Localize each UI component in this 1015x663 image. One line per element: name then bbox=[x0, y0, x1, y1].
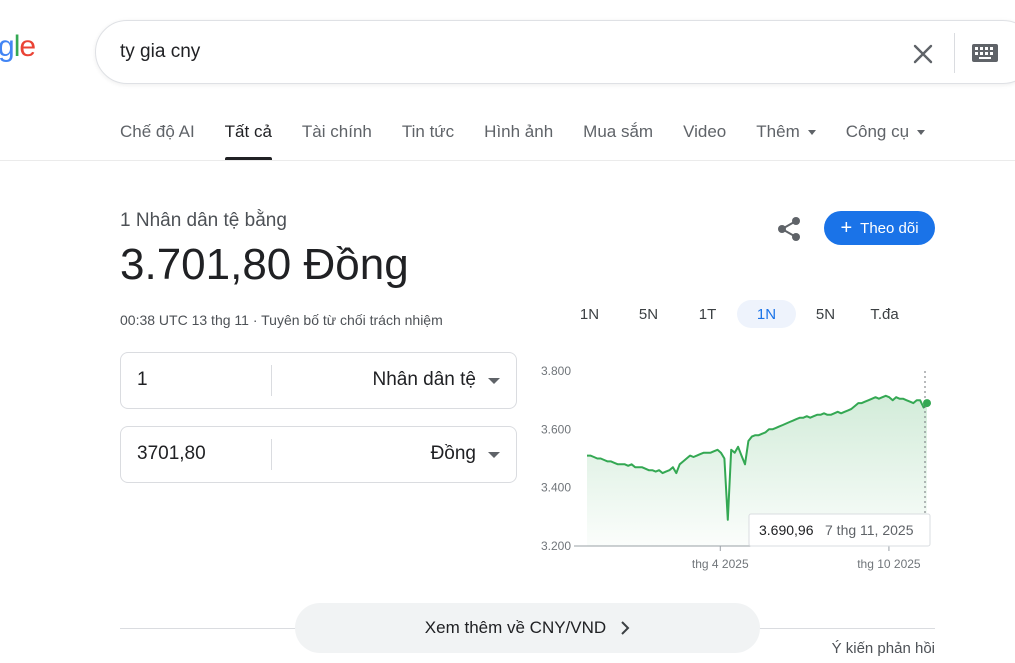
range-5-day[interactable]: 5N bbox=[619, 300, 678, 328]
range-1-day[interactable]: 1N bbox=[560, 300, 619, 328]
feedback-link[interactable]: Ý kiến phản hồi bbox=[832, 640, 935, 657]
tab-more[interactable]: Thêm bbox=[756, 122, 816, 160]
timestamp-separator: · bbox=[248, 312, 262, 328]
range-max[interactable]: T.đa bbox=[855, 300, 914, 328]
tab-label: Tài chính bbox=[301, 122, 372, 141]
timestamp-line: 00:38 UTC 13 thg 11 · Tuyên bố từ chối t… bbox=[120, 312, 443, 328]
tooltip-date: 7 thg 11, 2025 bbox=[825, 522, 914, 538]
chart-cursor-dot bbox=[923, 399, 931, 408]
google-logo[interactable]: gle bbox=[0, 30, 36, 64]
chevron-right-icon bbox=[621, 621, 630, 635]
currency-from-select[interactable]: Nhân dân tệ bbox=[372, 369, 476, 391]
dropdown-arrow-icon bbox=[488, 378, 500, 384]
chart-tooltip: 3.690,96 7 thg 11, 2025 bbox=[748, 513, 931, 547]
follow-label: Theo dõi bbox=[860, 219, 919, 237]
tab-label: Thêm bbox=[756, 122, 800, 141]
tab-news[interactable]: Tin tức bbox=[402, 122, 454, 160]
tab-videos[interactable]: Video bbox=[683, 122, 726, 160]
conversion-value: 3.701,80 Đồng bbox=[120, 240, 409, 289]
tab-label: Chế độ AI bbox=[120, 122, 195, 141]
range-1-year[interactable]: 1N bbox=[737, 300, 796, 328]
amount-from-input[interactable] bbox=[137, 369, 257, 391]
clear-search-button[interactable] bbox=[908, 39, 938, 69]
tab-shopping[interactable]: Mua sắm bbox=[583, 122, 653, 160]
x-tick-label: thg 10 2025 bbox=[857, 557, 921, 571]
search-tabs: Chế độ AI Tất cả Tài chính Tin tức Hình … bbox=[120, 122, 955, 160]
range-5-year[interactable]: 5N bbox=[796, 300, 855, 328]
y-tick-label: 3.200 bbox=[541, 539, 571, 553]
search-divider bbox=[954, 33, 955, 73]
tab-label: Tin tức bbox=[401, 122, 455, 141]
tab-all[interactable]: Tất cả bbox=[224, 122, 273, 160]
converter-separator bbox=[271, 439, 272, 470]
x-tick-label: thg 4 2025 bbox=[692, 557, 749, 571]
tab-ai-mode[interactable]: Chế độ AI bbox=[120, 122, 195, 160]
close-icon bbox=[913, 44, 933, 64]
follow-button[interactable]: + Theo dõi bbox=[824, 211, 935, 245]
y-tick-label: 3.600 bbox=[541, 422, 571, 436]
share-icon bbox=[778, 217, 800, 241]
tab-finance[interactable]: Tài chính bbox=[302, 122, 372, 160]
plus-icon: + bbox=[840, 217, 853, 239]
conversion-subtitle: 1 Nhân dân tệ bằng bbox=[120, 210, 287, 231]
range-selector: 1N 5N 1T 1N 5N T.đa bbox=[560, 300, 914, 328]
tabs-divider bbox=[0, 160, 1015, 161]
search-box bbox=[95, 20, 1015, 84]
timestamp: 00:38 UTC 13 thg 11 bbox=[120, 312, 249, 328]
tab-label: Hình ảnh bbox=[484, 122, 554, 141]
range-1-month[interactable]: 1T bbox=[678, 300, 737, 328]
tab-tools[interactable]: Công cụ bbox=[845, 122, 926, 160]
search-input[interactable] bbox=[120, 41, 820, 63]
y-tick-label: 3.400 bbox=[541, 481, 571, 495]
logo-letter-g: g bbox=[0, 30, 15, 63]
tab-label: Tất cả bbox=[224, 122, 272, 141]
caret-down-icon bbox=[917, 130, 926, 135]
caret-down-icon bbox=[807, 130, 816, 135]
share-button[interactable] bbox=[774, 214, 804, 244]
tab-label: Mua sắm bbox=[583, 122, 654, 141]
currency-to-select[interactable]: Đồng bbox=[431, 443, 476, 465]
see-more-label: Xem thêm về CNY/VND bbox=[424, 618, 607, 637]
disclaimer-link[interactable]: Tuyên bố từ chối trách nhiệm bbox=[261, 312, 443, 328]
exchange-rate-chart[interactable]: 3.800 3.600 3.400 3.200 thg 4 2025 thg 10 20… bbox=[530, 355, 940, 575]
tab-label: Công cụ bbox=[845, 122, 910, 141]
tooltip-value: 3.690,96 bbox=[759, 522, 814, 538]
dropdown-arrow-icon bbox=[488, 452, 500, 458]
see-more-button[interactable]: Xem thêm về CNY/VND bbox=[295, 603, 760, 653]
converter-to: Đồng bbox=[120, 426, 517, 483]
converter-from: Nhân dân tệ bbox=[120, 352, 517, 409]
keyboard-button[interactable] bbox=[970, 41, 1000, 65]
converter-separator bbox=[271, 365, 272, 396]
y-tick-label: 3.800 bbox=[541, 364, 571, 378]
tab-label: Video bbox=[683, 122, 727, 141]
logo-letter-e: e bbox=[19, 30, 36, 63]
amount-to-input[interactable] bbox=[137, 443, 257, 465]
keyboard-icon bbox=[972, 44, 998, 62]
tab-images[interactable]: Hình ảnh bbox=[484, 122, 553, 160]
